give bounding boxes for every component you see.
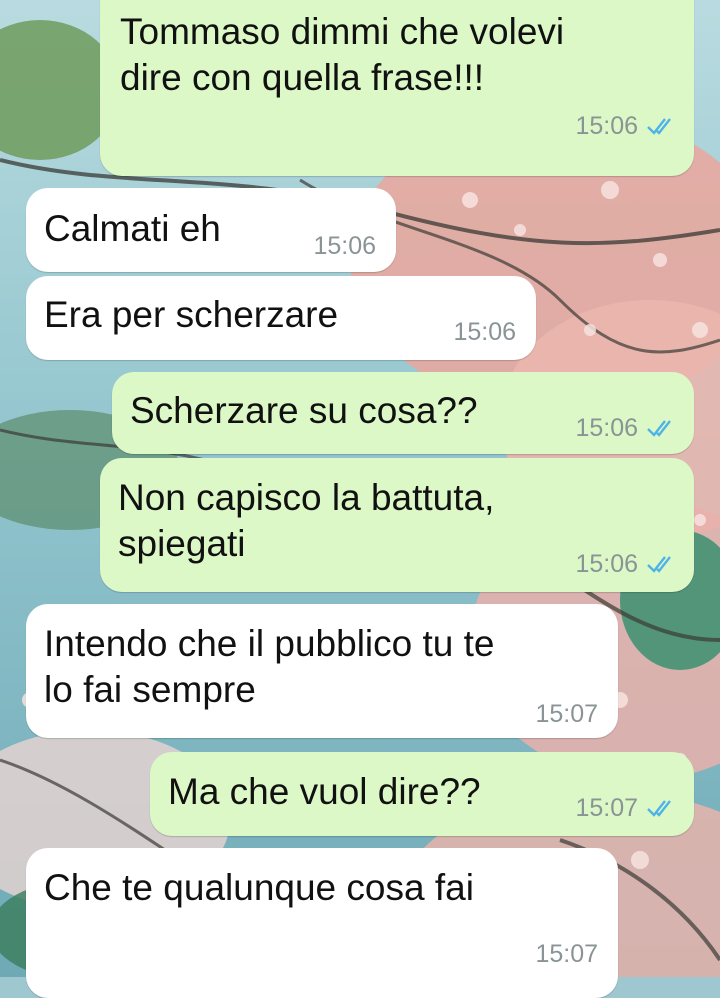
message-bubble-outgoing[interactable]: Tommaso dimmi che volevi dire con quella…: [100, 0, 694, 176]
message-text: Che te qualunque cosa fai: [44, 867, 474, 908]
message-timestamp: 15:06: [453, 318, 516, 346]
message-text: Calmati eh: [44, 208, 221, 249]
message-bubble-incoming[interactable]: Che te qualunque cosa fai 15:07: [26, 848, 618, 998]
message-bubble-incoming[interactable]: Calmati eh 15:06: [26, 188, 396, 272]
message-bubble-incoming[interactable]: Era per scherzare 15:06: [26, 276, 536, 360]
message-text: Scherzare su cosa??: [130, 390, 478, 431]
message-meta: 15:06: [575, 112, 676, 140]
message-bubble-outgoing[interactable]: Non capisco la battuta, spiegati 15:06: [100, 458, 694, 592]
message-timestamp: 15:06: [575, 112, 638, 140]
message-text: Non capisco la battuta, spiegati: [118, 477, 495, 564]
message-bubble-outgoing[interactable]: Ma che vuol dire?? 15:07: [150, 752, 694, 836]
message-text: Era per scherzare: [44, 294, 339, 335]
message-text: Ma che vuol dire??: [168, 771, 481, 812]
message-text: Intendo che il pubblico tu te lo fai sem…: [44, 623, 495, 710]
double-check-icon: [647, 800, 671, 817]
message-meta: 15:07: [575, 794, 676, 822]
message-timestamp: 15:06: [575, 550, 638, 578]
message-meta: 15:06: [575, 414, 676, 442]
message-meta: 15:06: [575, 550, 676, 578]
message-text: Tommaso dimmi che volevi dire con quella…: [120, 11, 565, 98]
message-timestamp: 15:07: [575, 794, 638, 822]
message-bubble-outgoing[interactable]: Scherzare su cosa?? 15:06: [112, 372, 694, 454]
message-timestamp: 15:07: [535, 700, 598, 728]
message-timestamp: 15:06: [575, 414, 638, 442]
message-timestamp: 15:07: [535, 940, 598, 968]
message-bubble-incoming[interactable]: Intendo che il pubblico tu te lo fai sem…: [26, 604, 618, 738]
double-check-icon: [647, 556, 671, 573]
double-check-icon: [647, 420, 671, 437]
message-timestamp: 15:06: [313, 232, 376, 260]
double-check-icon: [647, 118, 671, 135]
